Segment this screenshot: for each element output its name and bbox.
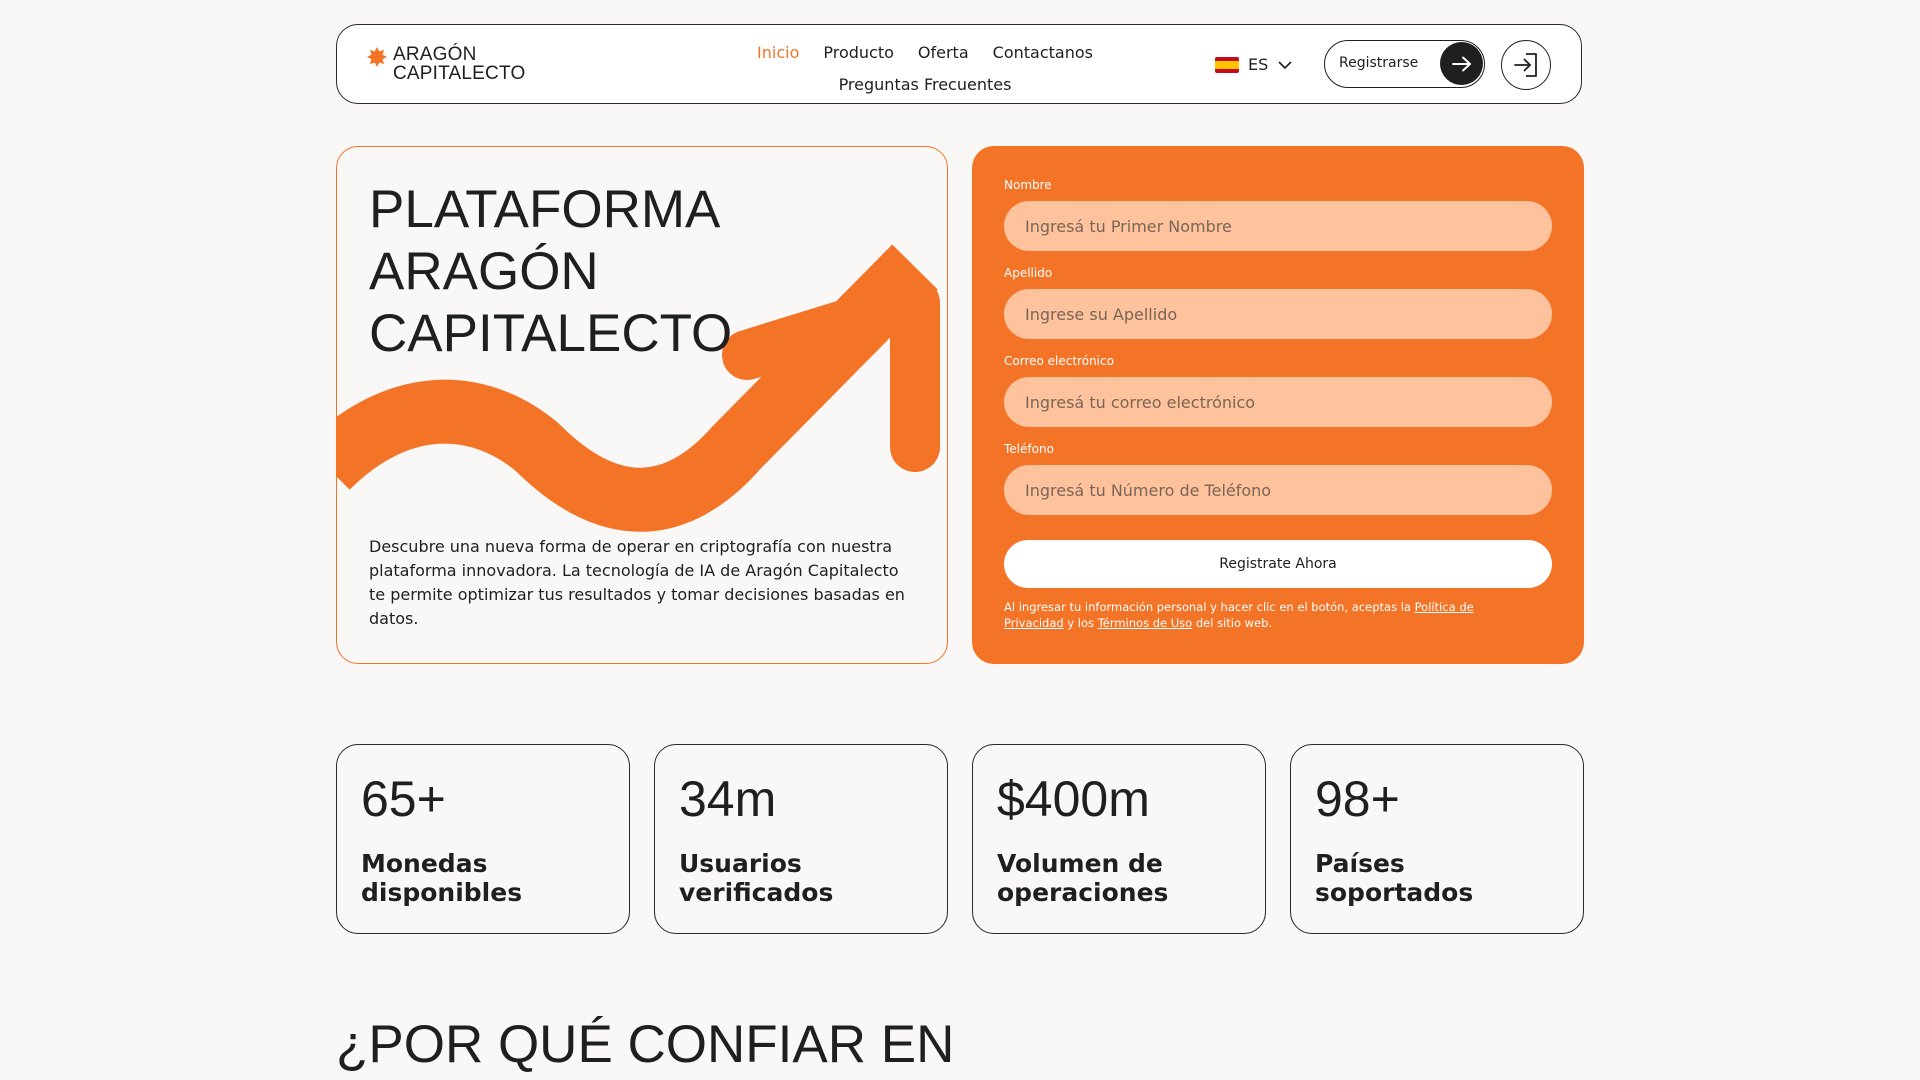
legal-middle: y los <box>1063 616 1098 630</box>
phone-label: Teléfono <box>1004 442 1054 456</box>
last-name-input[interactable] <box>1004 289 1552 339</box>
last-name-label: Apellido <box>1004 266 1053 280</box>
language-code: ES <box>1248 55 1269 74</box>
stat-label: Países soportados <box>1315 849 1474 907</box>
stat-label: Volumen de operaciones <box>997 849 1169 907</box>
stat-value: 34m <box>679 771 777 827</box>
login-button[interactable] <box>1501 40 1551 90</box>
first-name-label: Nombre <box>1004 178 1052 192</box>
brand-name: ARAGÓN CAPITALECTO <box>393 45 525 83</box>
first-name-input[interactable] <box>1004 201 1552 251</box>
arrow-right-icon <box>1440 42 1483 85</box>
brand-name-line1: ARAGÓN <box>393 44 477 65</box>
spain-flag-icon <box>1215 56 1239 73</box>
section-title: ¿POR QUÉ CONFIAR EN <box>336 1015 955 1074</box>
hero-title-line1: PLATAFORMA <box>369 180 721 239</box>
language-selector[interactable]: ES <box>1215 55 1292 74</box>
stat-card-coins: 65+ Monedas disponibles <box>336 744 630 934</box>
register-button-label: Registrarse <box>1339 55 1419 71</box>
email-label: Correo electrónico <box>1004 354 1114 368</box>
legal-suffix: del sitio web. <box>1192 616 1273 630</box>
brand-name-line2: CAPITALECTO <box>393 63 526 84</box>
stat-value: 98+ <box>1315 771 1400 827</box>
hero-title-line3: CAPITALECTO <box>369 304 733 363</box>
registration-form: Nombre Apellido Correo electrónico Teléf… <box>972 146 1584 664</box>
stat-card-users: 34m Usuarios verificados <box>654 744 948 934</box>
legal-prefix: Al ingresar tu información personal y ha… <box>1004 600 1415 614</box>
stat-card-countries: 98+ Países soportados <box>1290 744 1584 934</box>
hero-card: PLATAFORMA ARAGÓN CAPITALECTO Descubre u… <box>336 146 948 664</box>
stat-label: Usuarios verificados <box>679 849 834 907</box>
register-button[interactable]: Registrarse <box>1324 40 1485 88</box>
nav-item-inicio[interactable]: Inicio <box>757 43 799 62</box>
email-input[interactable] <box>1004 377 1552 427</box>
stat-card-volume: $400m Volumen de operaciones <box>972 744 1266 934</box>
hero-title: PLATAFORMA ARAGÓN CAPITALECTO <box>369 179 869 365</box>
main-nav: Inicio Producto Oferta Contactanos Pregunta… <box>725 37 1125 101</box>
stat-value: $400m <box>997 771 1150 827</box>
nav-item-oferta[interactable]: Oferta <box>918 43 969 62</box>
terms-of-use-link[interactable]: Términos de Uso <box>1098 616 1193 630</box>
legal-notice: Al ingresar tu información personal y ha… <box>1004 599 1524 631</box>
stat-value: 65+ <box>361 771 446 827</box>
chevron-down-icon <box>1278 60 1292 69</box>
phone-input[interactable] <box>1004 465 1552 515</box>
stat-label: Monedas disponibles <box>361 849 523 907</box>
nav-item-preguntas-frecuentes[interactable]: Preguntas Frecuentes <box>839 75 1012 94</box>
hero-description: Descubre una nueva forma de operar en cr… <box>369 537 905 628</box>
sun-star-icon <box>367 47 387 67</box>
nav-item-producto[interactable]: Producto <box>823 43 894 62</box>
login-door-icon <box>1514 53 1537 77</box>
navbar: ARAGÓN CAPITALECTO Inicio Producto Oferta C… <box>336 24 1582 104</box>
submit-button[interactable]: Registrate Ahora <box>1004 540 1552 588</box>
nav-item-contactanos[interactable]: Contactanos <box>993 43 1093 62</box>
brand-logo[interactable]: ARAGÓN CAPITALECTO <box>367 45 525 83</box>
hero-title-line2: ARAGÓN <box>369 242 599 301</box>
